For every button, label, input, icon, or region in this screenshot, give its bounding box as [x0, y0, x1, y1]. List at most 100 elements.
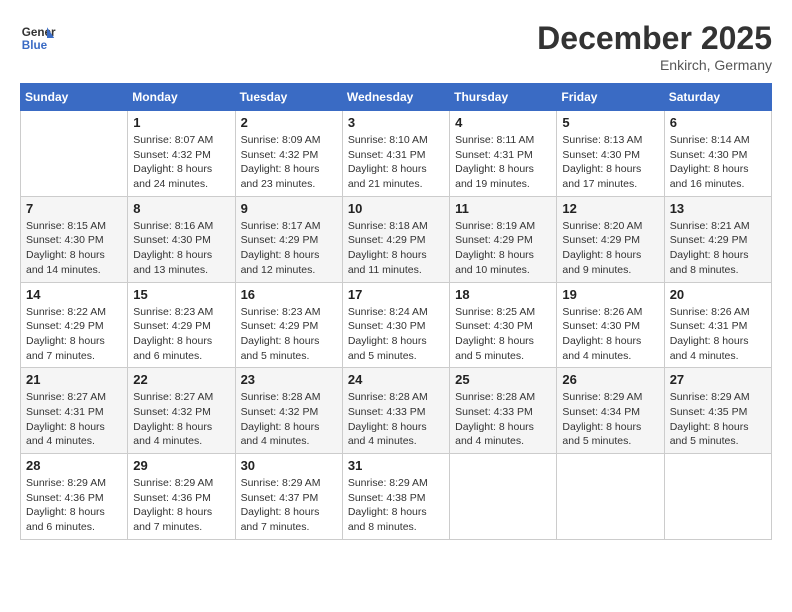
- day-number: 14: [26, 287, 122, 302]
- day-info: Sunrise: 8:15 AM Sunset: 4:30 PM Dayligh…: [26, 219, 122, 278]
- calendar-week-row: 1 Sunrise: 8:07 AM Sunset: 4:32 PM Daylig…: [21, 111, 772, 197]
- calendar-week-row: 14Sunrise: 8:22 AM Sunset: 4:29 PM Dayli…: [21, 282, 772, 368]
- calendar-cell: 8 Sunrise: 8:16 AM Sunset: 4:30 PM Daylig…: [128, 196, 235, 282]
- day-info: Sunrise: 8:09 AM Sunset: 4:32 PM Dayligh…: [241, 133, 337, 192]
- weekday-header: Wednesday: [342, 84, 449, 111]
- day-number: 26: [562, 372, 658, 387]
- calendar-cell: [450, 454, 557, 540]
- day-number: 24: [348, 372, 444, 387]
- calendar-cell: 2 Sunrise: 8:09 AM Sunset: 4:32 PM Daylig…: [235, 111, 342, 197]
- day-info: Sunrise: 8:24 AM Sunset: 4:30 PM Dayligh…: [348, 305, 444, 364]
- calendar-cell: 1 Sunrise: 8:07 AM Sunset: 4:32 PM Daylig…: [128, 111, 235, 197]
- day-info: Sunrise: 8:16 AM Sunset: 4:30 PM Dayligh…: [133, 219, 229, 278]
- day-info: Sunrise: 8:13 AM Sunset: 4:30 PM Dayligh…: [562, 133, 658, 192]
- day-number: 22: [133, 372, 229, 387]
- day-info: Sunrise: 8:28 AM Sunset: 4:33 PM Dayligh…: [348, 390, 444, 449]
- day-info: Sunrise: 8:25 AM Sunset: 4:30 PM Dayligh…: [455, 305, 551, 364]
- day-info: Sunrise: 8:28 AM Sunset: 4:32 PM Dayligh…: [241, 390, 337, 449]
- day-number: 9: [241, 201, 337, 216]
- weekday-header: Saturday: [664, 84, 771, 111]
- calendar-cell: 4 Sunrise: 8:11 AM Sunset: 4:31 PM Daylig…: [450, 111, 557, 197]
- calendar-week-row: 28 Sunrise: 8:29 AM Sunset: 4:36 PM Dayli…: [21, 454, 772, 540]
- day-info: Sunrise: 8:23 AM Sunset: 4:29 PM Dayligh…: [241, 305, 337, 364]
- day-number: 11: [455, 201, 551, 216]
- day-number: 19: [562, 287, 658, 302]
- calendar-cell: 5 Sunrise: 8:13 AM Sunset: 4:30 PM Daylig…: [557, 111, 664, 197]
- calendar-week-row: 21 Sunrise: 8:27 AM Sunset: 4:31 PM Dayli…: [21, 368, 772, 454]
- day-info: Sunrise: 8:29 AM Sunset: 4:36 PM Dayligh…: [133, 476, 229, 535]
- day-number: 21: [26, 372, 122, 387]
- weekday-header: Friday: [557, 84, 664, 111]
- day-number: 18: [455, 287, 551, 302]
- day-info: Sunrise: 8:29 AM Sunset: 4:37 PM Dayligh…: [241, 476, 337, 535]
- calendar-cell: [664, 454, 771, 540]
- day-info: Sunrise: 8:23 AM Sunset: 4:29 PM Dayligh…: [133, 305, 229, 364]
- day-info: Sunrise: 8:07 AM Sunset: 4:32 PM Dayligh…: [133, 133, 229, 192]
- weekday-header-row: SundayMondayTuesdayWednesdayThursdayFrid…: [21, 84, 772, 111]
- day-info: Sunrise: 8:27 AM Sunset: 4:31 PM Dayligh…: [26, 390, 122, 449]
- calendar-cell: 25 Sunrise: 8:28 AM Sunset: 4:33 PM Dayli…: [450, 368, 557, 454]
- day-number: 13: [670, 201, 766, 216]
- day-number: 20: [670, 287, 766, 302]
- calendar-cell: 3Sunrise: 8:10 AM Sunset: 4:31 PM Daylig…: [342, 111, 449, 197]
- calendar-cell: 13 Sunrise: 8:21 AM Sunset: 4:29 PM Dayli…: [664, 196, 771, 282]
- day-number: 2: [241, 115, 337, 130]
- logo-icon: General Blue: [20, 20, 56, 56]
- calendar-cell: 12 Sunrise: 8:20 AM Sunset: 4:29 PM Dayli…: [557, 196, 664, 282]
- location: Enkirch, Germany: [537, 57, 772, 73]
- day-info: Sunrise: 8:29 AM Sunset: 4:35 PM Dayligh…: [670, 390, 766, 449]
- day-number: 12: [562, 201, 658, 216]
- calendar-cell: 6Sunrise: 8:14 AM Sunset: 4:30 PM Daylig…: [664, 111, 771, 197]
- day-info: Sunrise: 8:21 AM Sunset: 4:29 PM Dayligh…: [670, 219, 766, 278]
- day-number: 17: [348, 287, 444, 302]
- title-block: December 2025 Enkirch, Germany: [537, 20, 772, 73]
- day-number: 1: [133, 115, 229, 130]
- calendar-cell: 26 Sunrise: 8:29 AM Sunset: 4:34 PM Dayli…: [557, 368, 664, 454]
- day-info: Sunrise: 8:19 AM Sunset: 4:29 PM Dayligh…: [455, 219, 551, 278]
- day-number: 10: [348, 201, 444, 216]
- day-number: 23: [241, 372, 337, 387]
- calendar-cell: 18 Sunrise: 8:25 AM Sunset: 4:30 PM Dayli…: [450, 282, 557, 368]
- weekday-header: Sunday: [21, 84, 128, 111]
- calendar-cell: 31 Sunrise: 8:29 AM Sunset: 4:38 PM Dayli…: [342, 454, 449, 540]
- calendar-cell: 19 Sunrise: 8:26 AM Sunset: 4:30 PM Dayli…: [557, 282, 664, 368]
- calendar-cell: 15Sunrise: 8:23 AM Sunset: 4:29 PM Dayli…: [128, 282, 235, 368]
- day-number: 4: [455, 115, 551, 130]
- calendar-cell: 29 Sunrise: 8:29 AM Sunset: 4:36 PM Dayli…: [128, 454, 235, 540]
- calendar-cell: 7 Sunrise: 8:15 AM Sunset: 4:30 PM Daylig…: [21, 196, 128, 282]
- calendar-cell: 14Sunrise: 8:22 AM Sunset: 4:29 PM Dayli…: [21, 282, 128, 368]
- day-info: Sunrise: 8:27 AM Sunset: 4:32 PM Dayligh…: [133, 390, 229, 449]
- calendar-cell: 23 Sunrise: 8:28 AM Sunset: 4:32 PM Dayli…: [235, 368, 342, 454]
- day-info: Sunrise: 8:29 AM Sunset: 4:38 PM Dayligh…: [348, 476, 444, 535]
- day-info: Sunrise: 8:14 AM Sunset: 4:30 PM Dayligh…: [670, 133, 766, 192]
- day-info: Sunrise: 8:26 AM Sunset: 4:30 PM Dayligh…: [562, 305, 658, 364]
- day-number: 8: [133, 201, 229, 216]
- day-info: Sunrise: 8:18 AM Sunset: 4:29 PM Dayligh…: [348, 219, 444, 278]
- calendar-cell: [21, 111, 128, 197]
- logo: General Blue: [20, 20, 56, 56]
- day-number: 30: [241, 458, 337, 473]
- day-number: 31: [348, 458, 444, 473]
- day-info: Sunrise: 8:29 AM Sunset: 4:34 PM Dayligh…: [562, 390, 658, 449]
- day-info: Sunrise: 8:11 AM Sunset: 4:31 PM Dayligh…: [455, 133, 551, 192]
- calendar-cell: 9Sunrise: 8:17 AM Sunset: 4:29 PM Daylig…: [235, 196, 342, 282]
- page-header: General Blue December 2025 Enkirch, Germ…: [20, 20, 772, 73]
- day-info: Sunrise: 8:29 AM Sunset: 4:36 PM Dayligh…: [26, 476, 122, 535]
- day-number: 28: [26, 458, 122, 473]
- month-title: December 2025: [537, 20, 772, 57]
- calendar-cell: 17 Sunrise: 8:24 AM Sunset: 4:30 PM Dayli…: [342, 282, 449, 368]
- calendar-cell: 28 Sunrise: 8:29 AM Sunset: 4:36 PM Dayli…: [21, 454, 128, 540]
- day-number: 29: [133, 458, 229, 473]
- day-info: Sunrise: 8:20 AM Sunset: 4:29 PM Dayligh…: [562, 219, 658, 278]
- day-number: 25: [455, 372, 551, 387]
- calendar-table: SundayMondayTuesdayWednesdayThursdayFrid…: [20, 83, 772, 540]
- day-number: 7: [26, 201, 122, 216]
- day-info: Sunrise: 8:28 AM Sunset: 4:33 PM Dayligh…: [455, 390, 551, 449]
- calendar-cell: 21 Sunrise: 8:27 AM Sunset: 4:31 PM Dayli…: [21, 368, 128, 454]
- svg-text:Blue: Blue: [22, 39, 48, 52]
- weekday-header: Tuesday: [235, 84, 342, 111]
- calendar-cell: 20Sunrise: 8:26 AM Sunset: 4:31 PM Dayli…: [664, 282, 771, 368]
- day-number: 16: [241, 287, 337, 302]
- day-number: 5: [562, 115, 658, 130]
- calendar-cell: 11 Sunrise: 8:19 AM Sunset: 4:29 PM Dayli…: [450, 196, 557, 282]
